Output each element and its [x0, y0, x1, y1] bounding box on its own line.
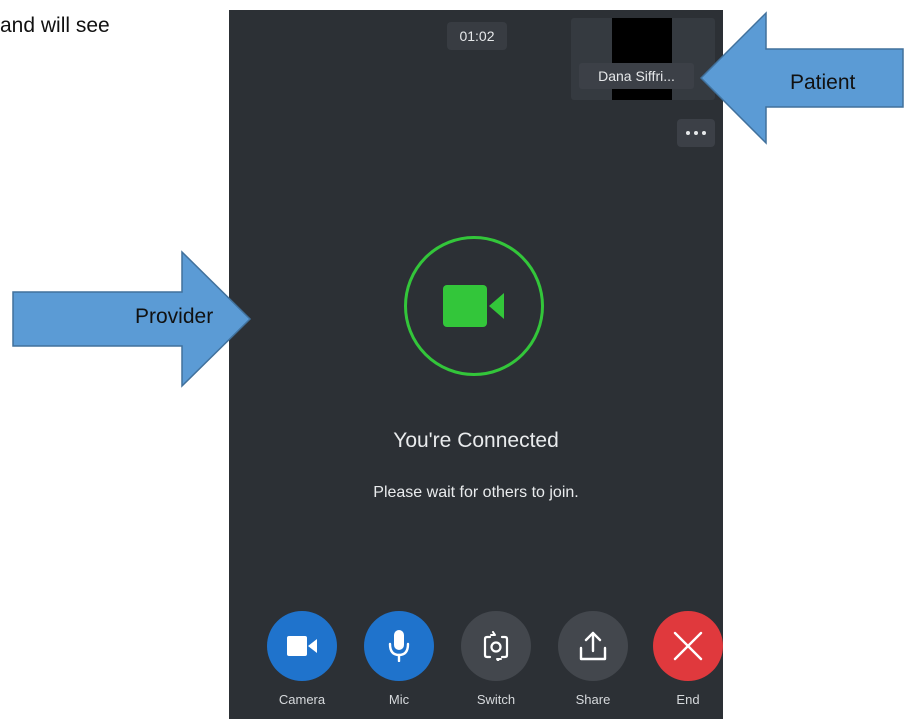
- more-dot-icon: [694, 131, 698, 135]
- video-camera-icon: [287, 636, 317, 656]
- provider-callout-arrow: [12, 250, 252, 388]
- participant-name-tag: Dana Siffri...: [579, 63, 694, 89]
- microphone-icon: [388, 630, 410, 662]
- call-timer: 01:02: [447, 22, 507, 50]
- end-call-button[interactable]: [653, 611, 723, 681]
- camera-label: Camera: [278, 692, 326, 707]
- share-button[interactable]: [558, 611, 628, 681]
- share-label: Share: [575, 692, 611, 707]
- close-x-icon: [673, 631, 703, 661]
- video-call-screen: 01:02 Dana Siffri... You're Connected Pl…: [229, 10, 723, 719]
- provider-label: Provider: [135, 305, 214, 328]
- connected-indicator: [404, 236, 544, 376]
- mic-label: Mic: [388, 692, 410, 707]
- participant-thumbnail[interactable]: Dana Siffri...: [571, 18, 715, 100]
- end-control[interactable]: End: [653, 611, 723, 707]
- patient-label: Patient: [790, 71, 856, 94]
- share-upload-icon: [579, 631, 607, 661]
- video-camera-icon: [443, 285, 504, 327]
- switch-label: Switch: [476, 692, 516, 707]
- switch-camera-icon: [483, 631, 509, 661]
- switch-button[interactable]: [461, 611, 531, 681]
- mic-control[interactable]: Mic: [364, 611, 434, 707]
- switch-control[interactable]: Switch: [461, 611, 531, 707]
- right-arrow-shape: [12, 250, 252, 388]
- end-label: End: [676, 692, 700, 707]
- status-title: You're Connected: [393, 429, 559, 452]
- share-control[interactable]: Share: [558, 611, 628, 707]
- document-text: and will see: [0, 14, 110, 37]
- more-dot-icon: [686, 131, 690, 135]
- mic-button[interactable]: [364, 611, 434, 681]
- camera-button[interactable]: [267, 611, 337, 681]
- camera-control[interactable]: Camera: [267, 611, 337, 707]
- status-subtitle: Please wait for others to join.: [373, 484, 579, 501]
